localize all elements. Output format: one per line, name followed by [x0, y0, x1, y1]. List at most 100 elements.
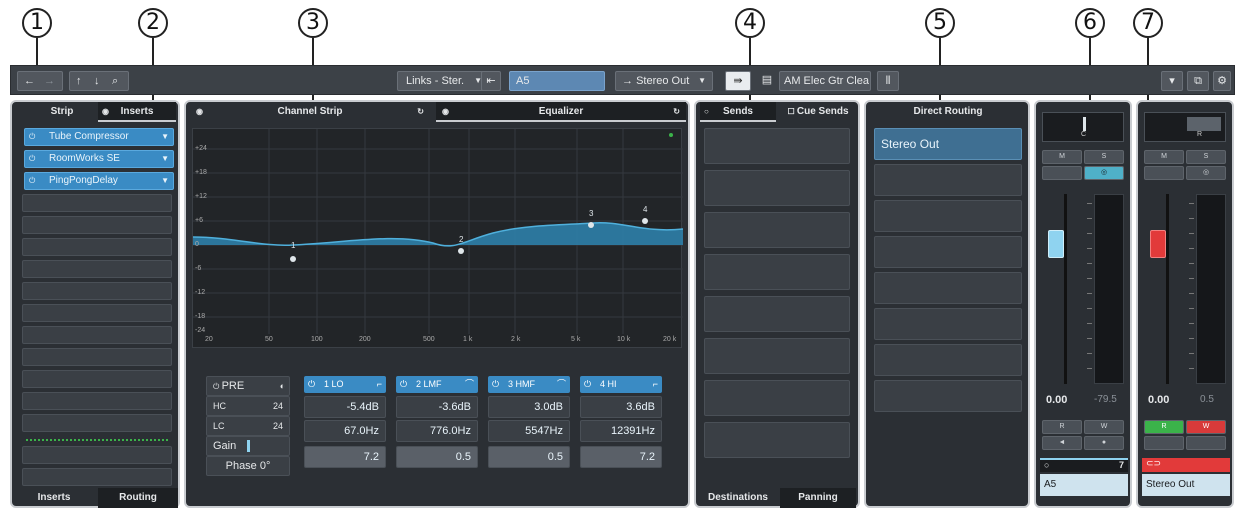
- band-1-q[interactable]: 7.2: [304, 446, 386, 468]
- insert-slot-empty[interactable]: [22, 446, 172, 464]
- channel-name-label[interactable]: Stereo Out: [1142, 474, 1230, 496]
- band-1-header[interactable]: ⏻ 1 LO ⌐: [304, 376, 386, 393]
- preset-browser-icon[interactable]: ⫴: [877, 71, 899, 91]
- peak-readout[interactable]: 0.5: [1200, 394, 1214, 405]
- insert-slot-empty[interactable]: [22, 414, 172, 432]
- read-automation-button[interactable]: R: [1042, 420, 1082, 434]
- output-routing-select[interactable]: → Stereo Out ▼: [615, 71, 713, 91]
- insert-slot-empty[interactable]: [22, 348, 172, 366]
- send-slot-4[interactable]: [704, 254, 850, 290]
- tab-strip[interactable]: Strip: [32, 102, 92, 122]
- tab-channel-strip[interactable]: ◉ Channel Strip ↻: [190, 102, 430, 122]
- pre-bypass-icon[interactable]: ⏻: [213, 382, 222, 391]
- direct-routing-slot-1[interactable]: Stereo Out: [874, 128, 1022, 160]
- send-slot-8[interactable]: [704, 422, 850, 458]
- direct-routing-slot-3[interactable]: [874, 200, 1022, 232]
- record-enable-button[interactable]: [1144, 436, 1184, 450]
- peak-readout[interactable]: -79.5: [1094, 394, 1117, 405]
- tab-cue-sends[interactable]: ☐ Cue Sends: [780, 102, 856, 122]
- band-4-q[interactable]: 7.2: [580, 446, 662, 468]
- track-preset-icon[interactable]: ▤: [757, 71, 777, 91]
- insert-slot-empty[interactable]: [22, 468, 172, 486]
- band-3-header[interactable]: ⏻ 3 HMF ⌒: [488, 376, 570, 393]
- link-group-select[interactable]: Links - Ster. ▼: [397, 71, 489, 91]
- send-slot-1[interactable]: [704, 128, 850, 164]
- insert-bypass-icon[interactable]: ⏻: [29, 129, 35, 145]
- phase-button[interactable]: Phase 0°: [206, 456, 290, 476]
- gain-control[interactable]: Gain: [206, 436, 290, 456]
- monitor-enable-button[interactable]: ●: [1084, 436, 1124, 450]
- window-layout-icon[interactable]: ⧉: [1187, 71, 1209, 91]
- chevron-down-icon[interactable]: ▼: [161, 151, 169, 167]
- insert-slot-empty[interactable]: [22, 282, 172, 300]
- fader-handle[interactable]: [1048, 230, 1064, 258]
- direct-routing-slot-8[interactable]: [874, 380, 1022, 412]
- search-icon[interactable]: ⌕: [112, 72, 118, 90]
- reset-icon[interactable]: ↻: [673, 102, 680, 122]
- chevron-down-icon[interactable]: ▼: [161, 129, 169, 145]
- solo-button[interactable]: S: [1186, 150, 1226, 164]
- write-automation-button[interactable]: W: [1084, 420, 1124, 434]
- band-2-freq[interactable]: 776.0Hz: [396, 420, 478, 442]
- band-2-q[interactable]: 0.5: [396, 446, 478, 468]
- band-4-header[interactable]: ⏻ 4 HI ⌐: [580, 376, 662, 393]
- write-automation-button[interactable]: W: [1186, 420, 1226, 434]
- tab-equalizer[interactable]: ◉ Equalizer ↻: [436, 102, 686, 122]
- low-cut-control[interactable]: LC 24: [206, 416, 290, 436]
- insert-slot-2[interactable]: ⏻ RoomWorks SE ▼: [24, 150, 174, 168]
- band-shape-icon[interactable]: ⌐: [653, 376, 658, 393]
- read-automation-button[interactable]: R: [1144, 420, 1184, 434]
- insert-slot-empty[interactable]: [22, 194, 172, 212]
- band-1-freq[interactable]: 67.0Hz: [304, 420, 386, 442]
- listen-button[interactable]: ◎: [1084, 166, 1124, 180]
- direct-routing-slot-2[interactable]: [874, 164, 1022, 196]
- checkbox-icon[interactable]: ☐: [787, 107, 796, 116]
- band-shape-icon[interactable]: ⌒: [465, 376, 474, 393]
- direct-routing-slot-7[interactable]: [874, 344, 1022, 376]
- mute-button[interactable]: M: [1144, 150, 1184, 164]
- forward-arrow-icon[interactable]: →: [44, 72, 55, 90]
- send-slot-7[interactable]: [704, 380, 850, 416]
- high-cut-control[interactable]: HC 24: [206, 396, 290, 416]
- band-2-header[interactable]: ⏻ 2 LMF ⌒: [396, 376, 478, 393]
- solo-button[interactable]: S: [1084, 150, 1124, 164]
- band-shape-icon[interactable]: ⌒: [557, 376, 566, 393]
- menu-dropdown-icon[interactable]: ▾: [1161, 71, 1183, 91]
- band-power-icon[interactable]: ⏻: [400, 376, 407, 393]
- listen-button[interactable]: ◎: [1186, 166, 1226, 180]
- band-shape-icon[interactable]: ⌐: [377, 376, 382, 393]
- send-slot-5[interactable]: [704, 296, 850, 332]
- up-arrow-icon[interactable]: ↑: [76, 72, 82, 90]
- monitor-enable-button[interactable]: [1186, 436, 1226, 450]
- insert-slot-empty[interactable]: [22, 392, 172, 410]
- insert-slot-3[interactable]: ⏻ PingPongDelay ▼: [24, 172, 174, 190]
- insert-slot-empty[interactable]: [22, 238, 172, 256]
- bottom-tab-inserts[interactable]: Inserts: [14, 488, 94, 508]
- send-slot-2[interactable]: [704, 170, 850, 206]
- down-arrow-icon[interactable]: ↓: [94, 72, 100, 90]
- insert-slot-empty[interactable]: [22, 304, 172, 322]
- pre-section[interactable]: ⏻ PRE ◐: [206, 376, 290, 396]
- bottom-tab-destinations[interactable]: Destinations: [700, 488, 776, 508]
- insert-bypass-icon[interactable]: ⏻: [29, 151, 35, 167]
- band-4-gain[interactable]: 3.6dB: [580, 396, 662, 418]
- band-1-gain[interactable]: -5.4dB: [304, 396, 386, 418]
- band-power-icon[interactable]: ⏻: [308, 376, 315, 393]
- insert-bypass-icon[interactable]: ⏻: [29, 173, 35, 189]
- fader-track[interactable]: [1046, 194, 1086, 384]
- band-power-icon[interactable]: ⏻: [492, 376, 499, 393]
- band-power-icon[interactable]: ⏻: [584, 376, 591, 393]
- band-3-q[interactable]: 0.5: [488, 446, 570, 468]
- direct-routing-slot-5[interactable]: [874, 272, 1022, 304]
- eq-graph[interactable]: +24 +18 +12 +6 0 -6 -12 -18 -24 20 50 10…: [192, 128, 683, 348]
- band-4-freq[interactable]: 12391Hz: [580, 420, 662, 442]
- insert-slot-empty[interactable]: [22, 326, 172, 344]
- band-3-gain[interactable]: 3.0dB: [488, 396, 570, 418]
- bottom-tab-panning[interactable]: Panning: [780, 488, 856, 508]
- tab-inserts[interactable]: ◉ Inserts: [98, 102, 176, 122]
- channel-name-label[interactable]: A5: [1040, 474, 1128, 496]
- mute-button[interactable]: M: [1042, 150, 1082, 164]
- channel-name-field[interactable]: A5: [509, 71, 605, 91]
- pan-control[interactable]: C: [1042, 112, 1124, 142]
- bottom-tab-routing[interactable]: Routing: [98, 488, 178, 508]
